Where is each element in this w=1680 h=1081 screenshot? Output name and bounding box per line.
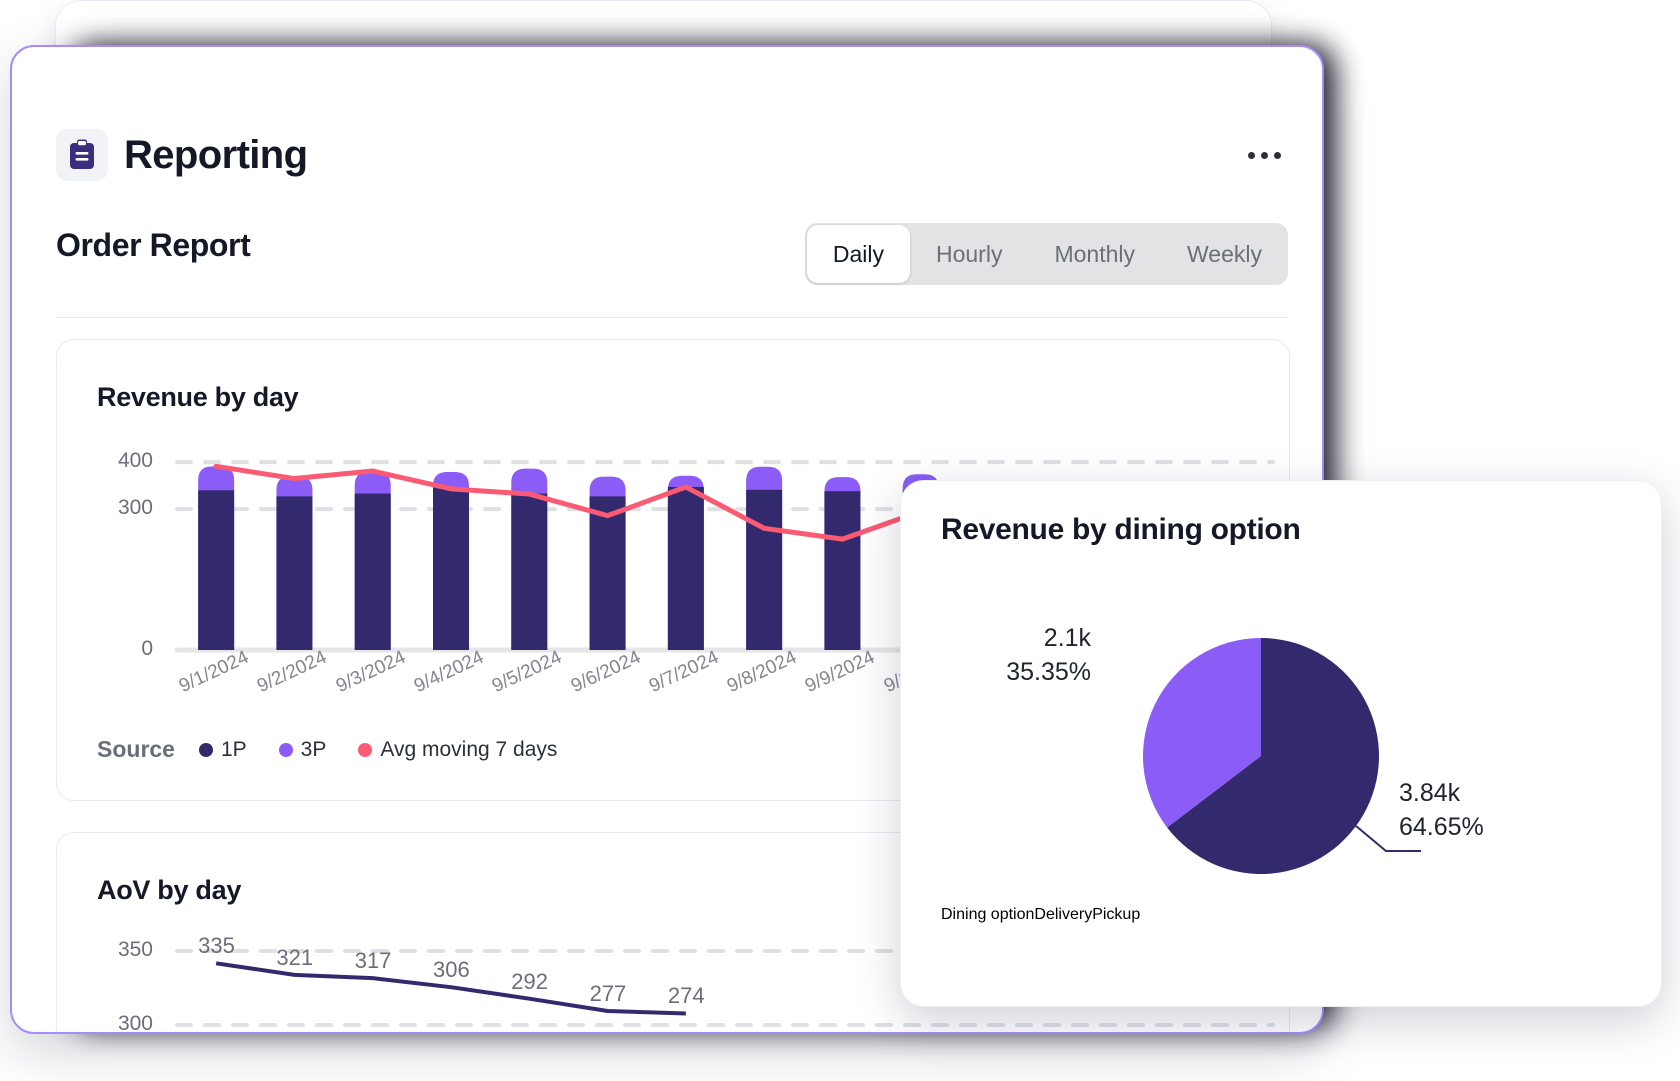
tab-monthly[interactable]: Monthly <box>1028 223 1161 285</box>
pie-value-delivery: 3.84k <box>1399 776 1579 810</box>
revenue-legend: Source 1P 3P Avg moving 7 days <box>97 736 579 763</box>
legend-item-3p[interactable]: 3P <box>279 738 327 762</box>
legend-title: Source <box>97 736 175 763</box>
bar-group[interactable] <box>746 467 782 650</box>
header-divider <box>56 317 1288 318</box>
dining-option-pie-chart <box>901 481 1661 1006</box>
pie-label-pickup: 2.1k 35.35% <box>911 621 1091 689</box>
order-report-header: Order Report Daily Hourly Monthly Weekly <box>12 195 1322 315</box>
kebab-dot <box>1248 152 1255 159</box>
legend-item-label: 3P <box>301 738 327 762</box>
page-title: Reporting <box>124 129 307 181</box>
data-point-label: 277 <box>590 981 627 1007</box>
y-axis-tick: 0 <box>83 637 153 661</box>
pie-percent-delivery: 64.65% <box>1399 810 1579 844</box>
legend-item-avg-moving-7-days[interactable]: Avg moving 7 days <box>358 738 557 762</box>
data-point-label: 274 <box>668 983 705 1009</box>
legend-swatch-icon <box>199 743 213 757</box>
data-point-label: 321 <box>276 945 313 971</box>
tab-daily[interactable]: Daily <box>807 225 910 283</box>
bar-group[interactable] <box>590 477 626 650</box>
period-tab-group: Daily Hourly Monthly Weekly <box>805 223 1288 285</box>
overflow-menu-button[interactable] <box>1240 133 1288 177</box>
pie-legend-title: Dining option <box>941 906 1034 924</box>
data-point-label: 335 <box>198 933 235 959</box>
legend-item-1p[interactable]: 1P <box>199 738 247 762</box>
data-point-label: 292 <box>511 969 548 995</box>
y-axis-tick: 300 <box>83 496 153 520</box>
legend-item-delivery[interactable]: Delivery <box>1034 906 1092 924</box>
section-title: Order Report <box>56 227 250 264</box>
kebab-dot <box>1274 152 1281 159</box>
legend-swatch-icon <box>358 743 372 757</box>
legend-item-label: Avg moving 7 days <box>380 738 557 762</box>
tab-hourly[interactable]: Hourly <box>910 223 1028 285</box>
y-axis-tick: 300 <box>83 1012 153 1034</box>
window-header: Reporting <box>12 47 1322 165</box>
legend-swatch-icon <box>279 743 293 757</box>
pie-label-delivery: 3.84k 64.65% <box>1399 776 1579 844</box>
y-axis-tick: 350 <box>83 938 153 962</box>
bar-group[interactable] <box>355 471 391 650</box>
bar-group[interactable] <box>276 476 312 650</box>
y-axis-tick: 400 <box>83 449 153 473</box>
revenue-by-dining-option-card: Revenue by dining option 2.1k 35.35% 3.8… <box>900 480 1662 1007</box>
legend-item-label: Delivery <box>1034 906 1092 923</box>
tab-weekly[interactable]: Weekly <box>1161 223 1288 285</box>
data-point-label: 306 <box>433 957 470 983</box>
legend-item-pickup[interactable]: Pickup <box>1092 906 1140 924</box>
legend-item-label: 1P <box>221 738 247 762</box>
clipboard-icon <box>56 129 108 181</box>
data-point-label: 317 <box>355 948 392 974</box>
bar-group[interactable] <box>824 477 860 650</box>
bar-group[interactable] <box>668 476 704 650</box>
legend-item-label: Pickup <box>1092 906 1140 923</box>
bar-group[interactable] <box>433 472 469 650</box>
pie-value-pickup: 2.1k <box>911 621 1091 655</box>
bar-group[interactable] <box>198 466 234 650</box>
dining-option-legend: Dining option DeliveryPickup <box>941 906 1140 924</box>
kebab-dot <box>1261 152 1268 159</box>
pie-percent-pickup: 35.35% <box>911 655 1091 689</box>
